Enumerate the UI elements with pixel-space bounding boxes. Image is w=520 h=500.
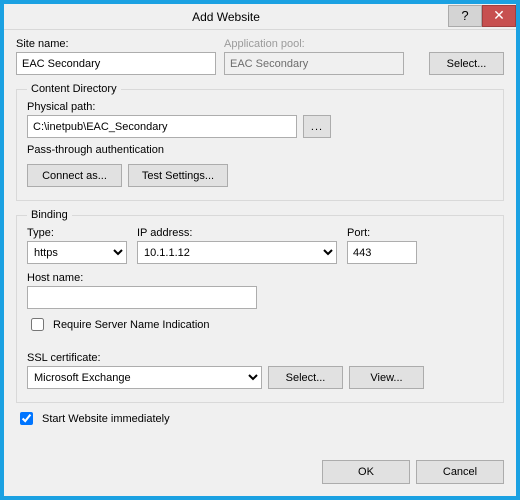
ssl-select-button[interactable]: Select...	[268, 366, 343, 389]
type-label: Type:	[27, 227, 127, 239]
connect-as-button[interactable]: Connect as...	[27, 164, 122, 187]
passthrough-auth-label: Pass-through authentication	[27, 144, 493, 156]
ip-select[interactable]: 10.1.1.12	[137, 241, 337, 264]
content-directory-legend: Content Directory	[27, 83, 121, 95]
require-sni-checkbox[interactable]	[31, 318, 44, 331]
close-button[interactable]: ✕	[482, 5, 516, 27]
cancel-button[interactable]: Cancel	[416, 460, 504, 484]
ip-label: IP address:	[137, 227, 337, 239]
binding-group: Binding Type: https IP address: 10.1.1.1…	[16, 209, 504, 403]
app-pool-select-button[interactable]: Select...	[429, 52, 504, 75]
add-website-dialog: Add Website ? ✕ Site name: Application p…	[4, 4, 516, 496]
browse-button[interactable]: ...	[303, 115, 331, 138]
require-sni-label: Require Server Name Indication	[53, 319, 210, 331]
test-settings-button[interactable]: Test Settings...	[128, 164, 228, 187]
app-pool-label: Application pool:	[224, 38, 404, 50]
ssl-cert-label: SSL certificate:	[27, 352, 493, 364]
titlebar: Add Website ? ✕	[4, 4, 516, 30]
content-directory-group: Content Directory Physical path: ... Pas…	[16, 83, 504, 201]
window-title: Add Website	[4, 10, 448, 24]
physical-path-input[interactable]	[27, 115, 297, 138]
dialog-footer: OK Cancel	[4, 450, 516, 496]
host-name-label: Host name:	[27, 272, 493, 284]
ok-button[interactable]: OK	[322, 460, 410, 484]
app-pool-input	[224, 52, 404, 75]
ssl-cert-select[interactable]: Microsoft Exchange	[27, 366, 262, 389]
port-input[interactable]	[347, 241, 417, 264]
binding-legend: Binding	[27, 209, 72, 221]
port-label: Port:	[347, 227, 417, 239]
site-name-label: Site name:	[16, 38, 216, 50]
help-button[interactable]: ?	[448, 5, 482, 27]
site-name-input[interactable]	[16, 52, 216, 75]
ssl-view-button[interactable]: View...	[349, 366, 424, 389]
host-name-input[interactable]	[27, 286, 257, 309]
start-immediately-checkbox[interactable]	[20, 412, 33, 425]
start-immediately-label: Start Website immediately	[42, 413, 170, 425]
type-select[interactable]: https	[27, 241, 127, 264]
physical-path-label: Physical path:	[27, 101, 493, 113]
